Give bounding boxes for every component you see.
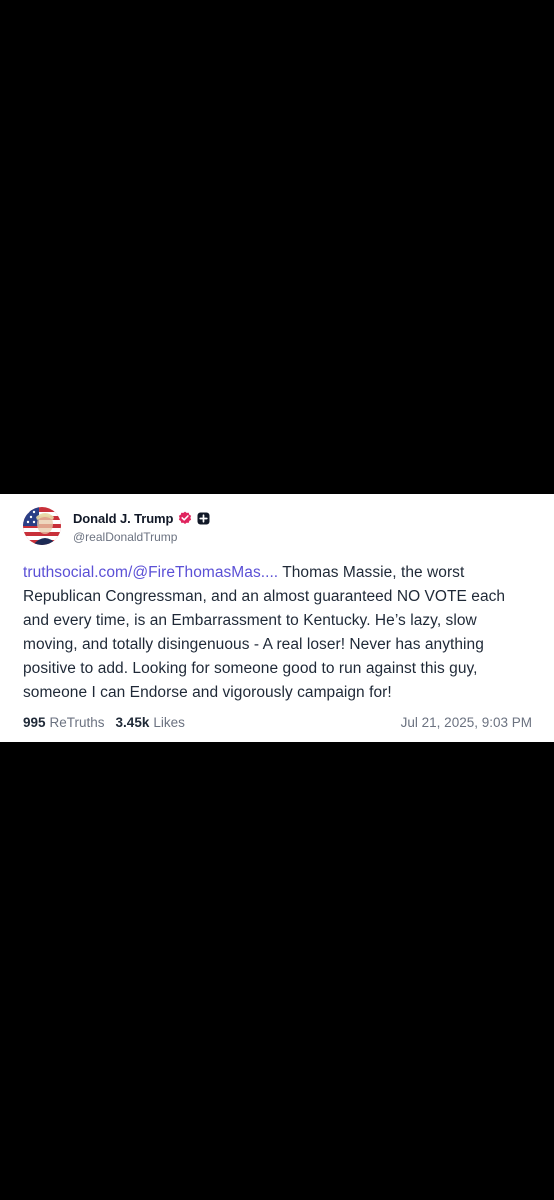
avatar[interactable]	[23, 507, 61, 545]
retruths-count: 995	[23, 715, 46, 730]
author-handle[interactable]: @realDonaldTrump	[73, 530, 210, 544]
post-header: Donald J. Trump @realDonaldTrump	[23, 506, 532, 546]
screen: Donald J. Trump @realDonaldTrump truthso…	[0, 0, 554, 1200]
post-body: truthsocial.com/@FireThomasMas.... Thoma…	[23, 561, 532, 705]
post-stats: 995 ReTruths 3.45k Likes Jul 21, 2025, 9…	[23, 715, 532, 730]
post-link[interactable]: truthsocial.com/@FireThomasMas....	[23, 564, 278, 581]
author-info: Donald J. Trump @realDonaldTrump	[73, 508, 210, 544]
post-timestamp[interactable]: Jul 21, 2025, 9:03 PM	[401, 715, 532, 730]
author-display-name[interactable]: Donald J. Trump	[73, 511, 173, 526]
retruths-stat[interactable]: 995 ReTruths	[23, 715, 105, 730]
likes-count: 3.45k	[115, 715, 150, 730]
post-text: Thomas Massie, the worst Republican Cong…	[23, 564, 506, 701]
likes-label: Likes	[153, 715, 185, 730]
name-row: Donald J. Trump	[73, 508, 210, 528]
plus-square-icon	[197, 512, 210, 525]
retruths-label: ReTruths	[49, 715, 105, 730]
verified-badge-icon	[178, 511, 192, 525]
likes-stat[interactable]: 3.45k Likes	[116, 715, 185, 730]
post-card[interactable]: Donald J. Trump @realDonaldTrump truthso…	[0, 494, 554, 742]
